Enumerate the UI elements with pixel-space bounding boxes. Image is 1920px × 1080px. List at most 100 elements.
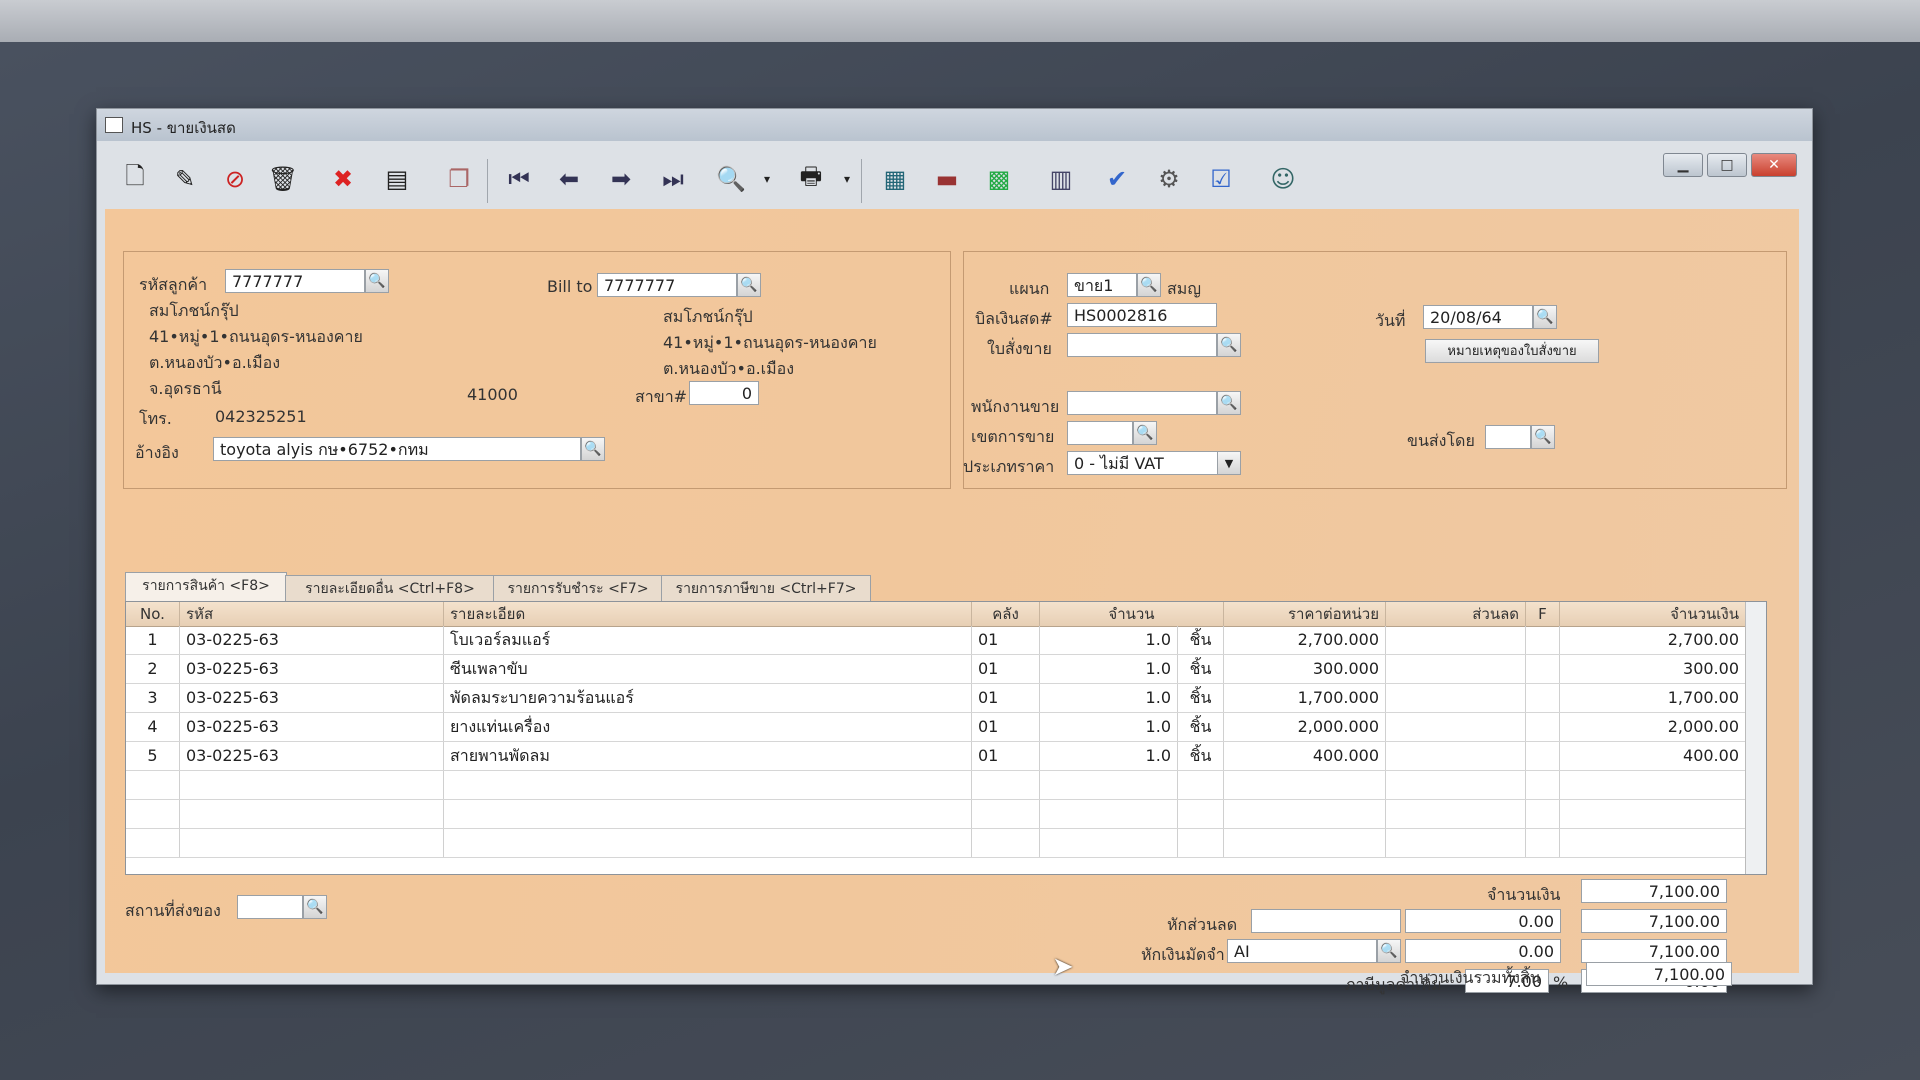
card-icon[interactable]: ▬ <box>929 161 965 197</box>
table-row[interactable]: 2 03-0225-63 ซีนเพลาขับ 01 1.0 ชิ้น 300.000 300… <box>126 655 1746 684</box>
first-record-icon[interactable]: ⏮ <box>501 161 537 197</box>
save-icon[interactable]: ▤ <box>379 161 415 197</box>
delivery-search-icon[interactable]: 🔍 <box>303 895 327 919</box>
bill-number-label: บิลเงินสด# <box>975 309 1053 328</box>
cell-desc <box>444 829 972 857</box>
table-row[interactable]: 5 03-0225-63 สายพานพัดลม 01 1.0 ชิ้น 400.000 40… <box>126 742 1746 771</box>
cell-price: 2,700.000 <box>1224 626 1386 654</box>
date-input[interactable]: 20/08/64 <box>1423 305 1533 329</box>
cell-amount: 400.00 <box>1560 742 1746 770</box>
branch-label: สาขา# <box>635 387 688 406</box>
order-note-button[interactable]: หมายเหตุของใบสั่งขาย <box>1425 339 1599 363</box>
shipping-search-icon[interactable]: 🔍 <box>1531 425 1555 449</box>
billto-name: สมโภชน์กรุ๊ป <box>663 307 753 326</box>
window-title: HS - ขายเงินสด <box>131 119 236 137</box>
new-document-icon[interactable]: 🗋 <box>117 161 153 197</box>
cell-f <box>1526 684 1560 712</box>
table-row[interactable] <box>126 829 1746 858</box>
previous-record-icon[interactable]: ⬅ <box>551 161 587 197</box>
delivery-place-input[interactable] <box>237 895 303 919</box>
last-record-icon[interactable]: ⏭ <box>655 161 691 197</box>
table-row[interactable]: 4 03-0225-63 ยางแท่นเครื่อง 01 1.0 ชิ้น 2,000.… <box>126 713 1746 742</box>
reference-input[interactable]: toyota alyis กษ•6752•กทม <box>213 437 581 461</box>
print-dropdown-icon[interactable]: ▾ <box>829 161 865 197</box>
col-amount: จำนวนเงิน <box>1560 602 1746 626</box>
next-record-icon[interactable]: ➡ <box>603 161 639 197</box>
customer-search-icon[interactable]: 🔍 <box>365 269 389 293</box>
calculator-icon[interactable]: ▦ <box>877 161 913 197</box>
billto-code-input[interactable]: 7777777 <box>597 273 737 297</box>
table-row[interactable] <box>126 771 1746 800</box>
cell-amount <box>1560 829 1746 857</box>
price-type-dropdown-icon[interactable]: ▼ <box>1217 451 1241 475</box>
user-icon[interactable]: ☺ <box>1265 161 1301 197</box>
billto-address-line1: 41•หมู่•1•ถนนอุดร-หนองคาย <box>663 333 877 352</box>
approve-icon[interactable]: ✔ <box>1099 161 1135 197</box>
close-button[interactable]: ✕ <box>1751 153 1797 177</box>
after-discount-total: 7,100.00 <box>1581 909 1727 933</box>
table-row[interactable]: 3 03-0225-63 พัดลมระบายความร้อนแอร์ 01 1.0 ชิ… <box>126 684 1746 713</box>
cell-unit: ชิ้น <box>1178 684 1224 712</box>
date-picker-icon[interactable]: 🔍 <box>1533 305 1557 329</box>
edit-icon[interactable]: ✎ <box>167 161 203 197</box>
shipping-input[interactable] <box>1485 425 1531 449</box>
cell-disc <box>1386 742 1526 770</box>
deposit-code-input[interactable]: AI <box>1227 939 1377 963</box>
reference-search-icon[interactable]: 🔍 <box>581 437 605 461</box>
cell-amount: 2,000.00 <box>1560 713 1746 741</box>
department-name: สมญ <box>1167 279 1201 298</box>
tab-payments[interactable]: รายการรับชำระ <F7> <box>493 575 663 602</box>
cell-f <box>1526 800 1560 828</box>
sales-area-input[interactable] <box>1067 421 1133 445</box>
discount-label: หักส่วนลด <box>1167 915 1238 934</box>
price-type-select[interactable]: 0 - ไม่มี VAT <box>1067 451 1241 475</box>
deposit-label: หักเงินมัดจำ <box>1141 945 1225 964</box>
cell-desc: ยางแท่นเครื่อง <box>444 713 972 741</box>
cancel-icon[interactable]: ✖ <box>325 161 361 197</box>
cell-wh: 01 <box>972 713 1040 741</box>
salesperson-input[interactable] <box>1067 391 1217 415</box>
cell-disc <box>1386 655 1526 683</box>
tab-sales-tax[interactable]: รายการภาษีขาย <Ctrl+F7> <box>661 575 871 602</box>
maximize-button[interactable]: □ <box>1707 153 1747 177</box>
department-search-icon[interactable]: 🔍 <box>1137 273 1161 297</box>
stock-icon[interactable]: ▩ <box>981 161 1017 197</box>
form-area: รหัสลูกค้า 7777777 🔍 สมโภชน์กรุ๊ป 41•หมู… <box>105 209 1799 994</box>
ok-icon[interactable]: ☑ <box>1203 161 1239 197</box>
tab-other-details[interactable]: รายละเอียดอื่น <Ctrl+F8> <box>285 575 495 602</box>
discount-input[interactable] <box>1251 909 1401 933</box>
table-row[interactable]: 1 03-0225-63 โบเวอร์ลมแอร์ 01 1.0 ชิ้น 2,700.0… <box>126 626 1746 655</box>
cell-disc <box>1386 800 1526 828</box>
mouse-pointer-icon: ➤ <box>1052 952 1074 982</box>
print-icon[interactable]: 🖶 <box>793 161 829 197</box>
bill-number-input[interactable]: HS0002816 <box>1067 303 1217 327</box>
cell-unit <box>1178 771 1224 799</box>
billto-search-icon[interactable]: 🔍 <box>737 273 761 297</box>
cell-f <box>1526 713 1560 741</box>
deposit-search-icon[interactable]: 🔍 <box>1377 939 1401 963</box>
delete-bin-icon[interactable]: 🗑 <box>265 161 301 197</box>
discount-value[interactable]: 0.00 <box>1405 909 1561 933</box>
sales-order-search-icon[interactable]: 🔍 <box>1217 333 1241 357</box>
cell-desc: โบเวอร์ลมแอร์ <box>444 626 972 654</box>
void-icon[interactable]: ⊘ <box>217 161 253 197</box>
branch-input[interactable]: 0 <box>689 381 759 405</box>
salesperson-label: พนักงานขาย <box>971 397 1060 416</box>
tab-items[interactable]: รายการสินค้า <F8> <box>125 572 287 602</box>
sales-order-input[interactable] <box>1067 333 1217 357</box>
salesperson-search-icon[interactable]: 🔍 <box>1217 391 1241 415</box>
tools-icon[interactable]: ⚙ <box>1151 161 1187 197</box>
after-deposit-total: 7,100.00 <box>1581 939 1727 963</box>
find-dropdown-icon[interactable]: ▾ <box>749 161 785 197</box>
department-input[interactable]: ขาย1 <box>1067 273 1137 297</box>
customer-code-input[interactable]: 7777777 <box>225 269 365 293</box>
table-row[interactable] <box>126 800 1746 829</box>
cell-wh: 01 <box>972 742 1040 770</box>
calendar-icon[interactable]: ▥ <box>1043 161 1079 197</box>
sales-area-search-icon[interactable]: 🔍 <box>1133 421 1157 445</box>
copy-icon[interactable]: ❐ <box>441 161 477 197</box>
find-icon[interactable]: 🔍 <box>713 161 749 197</box>
deposit-value[interactable]: 0.00 <box>1405 939 1561 963</box>
table-scrollbar[interactable] <box>1745 602 1766 874</box>
minimize-button[interactable]: ▁ <box>1663 153 1703 177</box>
